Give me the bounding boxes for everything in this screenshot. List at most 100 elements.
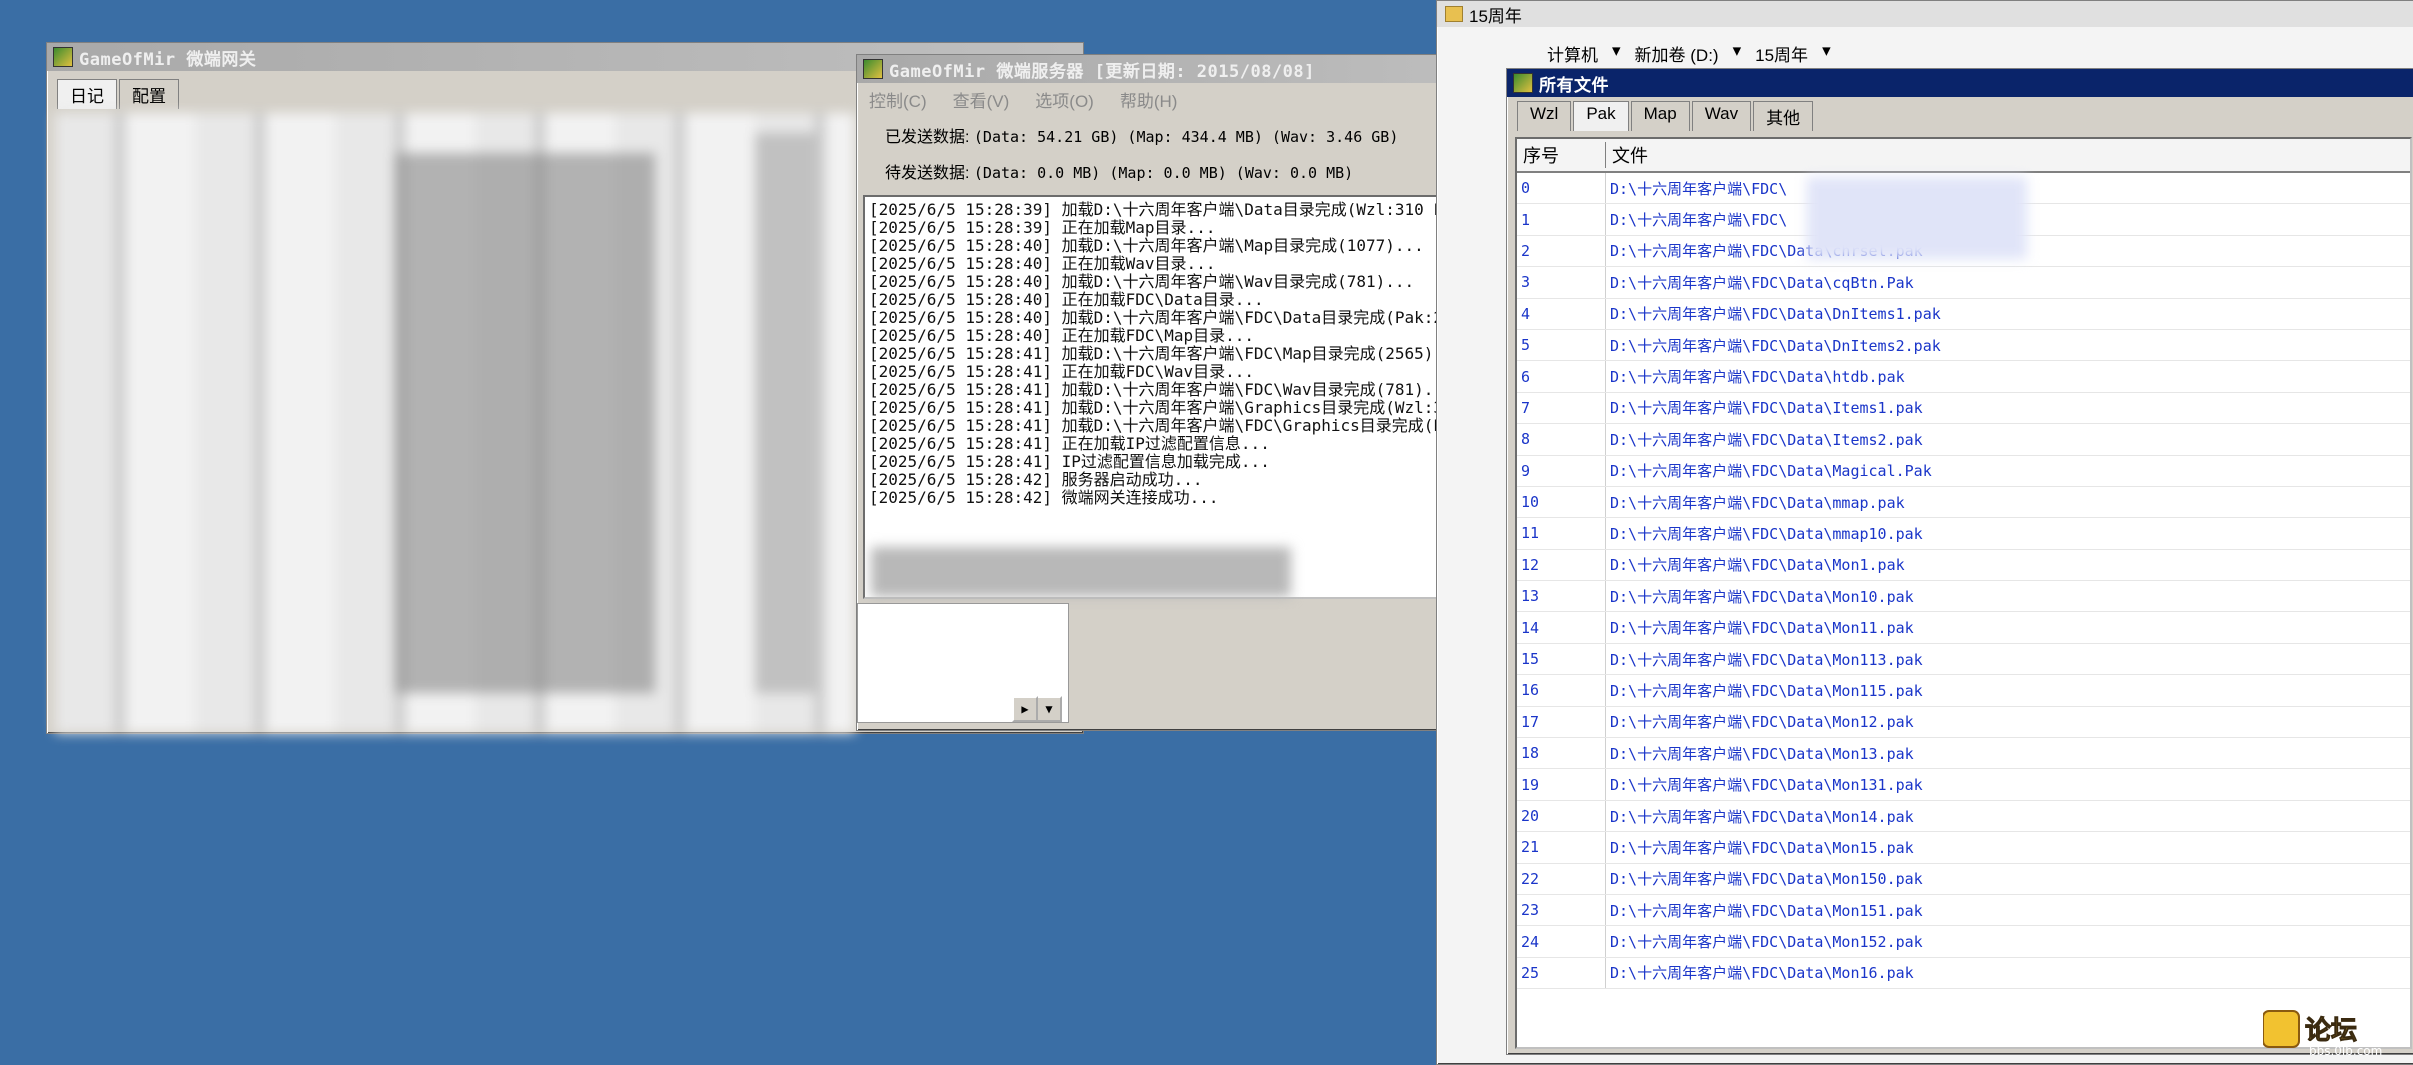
- tab-map[interactable]: Map: [1630, 101, 1690, 131]
- table-row[interactable]: 21 D:\十六周年客户端\FDC\Data\Mon15.pak: [1517, 831, 2410, 864]
- breadcrumb-drive[interactable]: 新加卷 (D:): [1635, 41, 1719, 66]
- row-file-path: D:\十六周年客户端\FDC\Data\Mon151.pak: [1605, 894, 2410, 927]
- table-row[interactable]: 6 D:\十六周年客户端\FDC\Data\htdb.pak: [1517, 360, 2410, 393]
- server-title: GameOfMir 微端服务器 [更新日期: 2015/08/08]: [889, 61, 1315, 82]
- table-row[interactable]: 14 D:\十六周年客户端\FDC\Data\Mon11.pak: [1517, 611, 2410, 644]
- tab-other[interactable]: 其他: [1753, 101, 1814, 131]
- row-index: 22: [1517, 863, 1606, 895]
- files-titlebar[interactable]: 所有文件: [1507, 69, 2413, 97]
- row-index: 7: [1517, 392, 1606, 425]
- log-line: [2025/6/5 15:28:41] IP过滤配置信息加载完成...: [869, 452, 1270, 471]
- scroll-right-button[interactable]: ▶: [1012, 696, 1038, 722]
- row-file-path: D:\十六周年客户端\FDC\Data\Mon13.pak: [1605, 737, 2410, 770]
- menu-options[interactable]: 选项(O): [1035, 87, 1094, 112]
- row-index: 4: [1517, 298, 1606, 330]
- row-index: 20: [1517, 800, 1606, 833]
- row-file-path: D:\十六周年客户端\FDC\Data\Mon11.pak: [1605, 611, 2410, 644]
- explorer-titlebar[interactable]: 15周年: [1437, 1, 2413, 27]
- file-list[interactable]: 序号 文件 0 D:\十六周年客户端\FDC\ 1 D:\十六周年客户端\FDC\ 2 D…: [1515, 137, 2412, 1049]
- log-line: [2025/6/5 15:28:41] 正在加载IP过滤配置信息...: [869, 434, 1270, 453]
- scroll-down-button[interactable]: ▼: [1036, 696, 1062, 722]
- breadcrumb-computer[interactable]: 计算机: [1547, 41, 1598, 66]
- row-index: 24: [1517, 925, 1606, 958]
- table-row[interactable]: 17 D:\十六周年客户端\FDC\Data\Mon12.pak: [1517, 706, 2410, 739]
- table-row[interactable]: 23 D:\十六周年客户端\FDC\Data\Mon151.pak: [1517, 894, 2410, 927]
- log-line: [2025/6/5 15:28:40] 加载D:\十六周年客户端\FDC\Dat…: [869, 308, 1511, 327]
- log-text: [2025/6/5 15:28:39] 加载D:\十六周年客户端\Data目录完…: [869, 201, 1529, 561]
- column-index[interactable]: 序号: [1517, 142, 1606, 168]
- log-line: [2025/6/5 15:28:42] 微端网关连接成功...: [869, 488, 1219, 507]
- logo-url: bbs.0lb.com: [2309, 1044, 2382, 1057]
- row-index: 11: [1517, 517, 1606, 550]
- log-line: [2025/6/5 15:28:42] 服务器启动成功...: [869, 470, 1203, 489]
- forum-logo: 论坛 bbs.0lb.com: [2263, 1010, 2382, 1057]
- menu-control[interactable]: 控制(C): [869, 87, 927, 112]
- row-index: 8: [1517, 423, 1606, 456]
- row-file-path: D:\十六周年客户端\FDC\Data\DnItems2.pak: [1605, 329, 2410, 362]
- app-icon: [53, 47, 73, 67]
- tab-wzl[interactable]: Wzl: [1517, 101, 1572, 131]
- table-row[interactable]: 16 D:\十六周年客户端\FDC\Data\Mon115.pak: [1517, 674, 2410, 707]
- row-index: 18: [1517, 737, 1606, 770]
- table-row[interactable]: 18 D:\十六周年客户端\FDC\Data\Mon13.pak: [1517, 737, 2410, 770]
- file-blurred-popup: [1807, 177, 2027, 259]
- table-row[interactable]: 19 D:\十六周年客户端\FDC\Data\Mon131.pak: [1517, 768, 2410, 801]
- folder-icon: [1445, 6, 1463, 22]
- table-row[interactable]: 25 D:\十六周年客户端\FDC\Data\Mon16.pak: [1517, 957, 2410, 990]
- tab-pak[interactable]: Pak: [1573, 101, 1629, 131]
- menu-view[interactable]: 查看(V): [953, 87, 1010, 112]
- row-index: 17: [1517, 706, 1606, 739]
- app-icon: [1513, 73, 1533, 93]
- row-index: 23: [1517, 894, 1606, 927]
- app-icon: [863, 59, 883, 79]
- row-index: 6: [1517, 360, 1606, 393]
- row-index: 14: [1517, 611, 1606, 644]
- row-index: 16: [1517, 674, 1606, 707]
- table-row[interactable]: 22 D:\十六周年客户端\FDC\Data\Mon150.pak: [1517, 863, 2410, 895]
- row-file-path: D:\十六周年客户端\FDC\Data\Mon12.pak: [1605, 706, 2410, 739]
- row-file-path: D:\十六周年客户端\FDC\Data\cqBtn.Pak: [1605, 266, 2410, 299]
- files-window: 所有文件 Wzl Pak Map Wav 其他 序号 文件 0 D:\十六周年客户…: [1506, 68, 2413, 1055]
- chevron-down-icon[interactable]: ▾: [1612, 41, 1621, 66]
- table-row[interactable]: 10 D:\十六周年客户端\FDC\Data\mmap.pak: [1517, 486, 2410, 519]
- table-row[interactable]: 11 D:\十六周年客户端\FDC\Data\mmap10.pak: [1517, 517, 2410, 550]
- row-file-path: D:\十六周年客户端\FDC\Data\mmap.pak: [1605, 486, 2410, 519]
- table-row[interactable]: 13 D:\十六周年客户端\FDC\Data\Mon10.pak: [1517, 580, 2410, 613]
- row-index: 13: [1517, 580, 1606, 613]
- table-row[interactable]: 20 D:\十六周年客户端\FDC\Data\Mon14.pak: [1517, 800, 2410, 833]
- table-row[interactable]: 4 D:\十六周年客户端\FDC\Data\DnItems1.pak: [1517, 298, 2410, 330]
- tab-config[interactable]: 配置: [119, 79, 179, 109]
- table-row[interactable]: 7 D:\十六周年客户端\FDC\Data\Items1.pak: [1517, 392, 2410, 425]
- chevron-down-icon[interactable]: ▾: [1822, 41, 1831, 66]
- table-row[interactable]: 9 D:\十六周年客户端\FDC\Data\Magical.Pak: [1517, 455, 2410, 487]
- file-table: 0 D:\十六周年客户端\FDC\ 1 D:\十六周年客户端\FDC\ 2 D:\十六周年…: [1517, 173, 2410, 990]
- row-file-path: D:\十六周年客户端\FDC\Data\Items1.pak: [1605, 392, 2410, 425]
- column-file[interactable]: 文件: [1606, 142, 1648, 168]
- table-row[interactable]: 15 D:\十六周年客户端\FDC\Data\Mon113.pak: [1517, 643, 2410, 676]
- tab-log[interactable]: 日记: [57, 79, 117, 109]
- log-line: [2025/6/5 15:28:40] 正在加载FDC\Map目录...: [869, 326, 1254, 345]
- menu-help[interactable]: 帮助(H): [1120, 87, 1178, 112]
- breadcrumb: 计算机 ▾ 新加卷 (D:) ▾ 15周年 ▾: [1547, 41, 1831, 66]
- table-row[interactable]: 12 D:\十六周年客户端\FDC\Data\Mon1.pak: [1517, 549, 2410, 582]
- breadcrumb-folder[interactable]: 15周年: [1755, 41, 1808, 66]
- row-file-path: D:\十六周年客户端\FDC\Data\Mon150.pak: [1605, 863, 2410, 895]
- table-row[interactable]: 3 D:\十六周年客户端\FDC\Data\cqBtn.Pak: [1517, 266, 2410, 299]
- row-index: 25: [1517, 957, 1606, 990]
- row-index: 3: [1517, 266, 1606, 299]
- row-index: 19: [1517, 768, 1606, 801]
- row-index: 21: [1517, 831, 1606, 864]
- table-row[interactable]: 8 D:\十六周年客户端\FDC\Data\Items2.pak: [1517, 423, 2410, 456]
- chevron-down-icon[interactable]: ▾: [1733, 41, 1742, 66]
- log-scrollbar-area: ▼ ▶: [857, 603, 1069, 723]
- table-row[interactable]: 5 D:\十六周年客户端\FDC\Data\DnItems2.pak: [1517, 329, 2410, 362]
- row-file-path: D:\十六周年客户端\FDC\Data\htdb.pak: [1605, 360, 2410, 393]
- row-file-path: D:\十六周年客户端\FDC\Data\mmap10.pak: [1605, 517, 2410, 550]
- log-line: [2025/6/5 15:28:39] 正在加载Map目录...: [869, 218, 1216, 237]
- table-row[interactable]: 24 D:\十六周年客户端\FDC\Data\Mon152.pak: [1517, 925, 2410, 958]
- log-line: [2025/6/5 15:28:40] 正在加载FDC\Data目录...: [869, 290, 1264, 309]
- sent-label: 已发送数据:: [885, 129, 970, 146]
- tab-wav[interactable]: Wav: [1691, 101, 1752, 131]
- pending-value: (Data: 0.0 MB) (Map: 0.0 MB) (Wav: 0.0 M…: [973, 164, 1354, 182]
- sent-value: (Data: 54.21 GB) (Map: 434.4 MB) (Wav: 3…: [973, 128, 1399, 146]
